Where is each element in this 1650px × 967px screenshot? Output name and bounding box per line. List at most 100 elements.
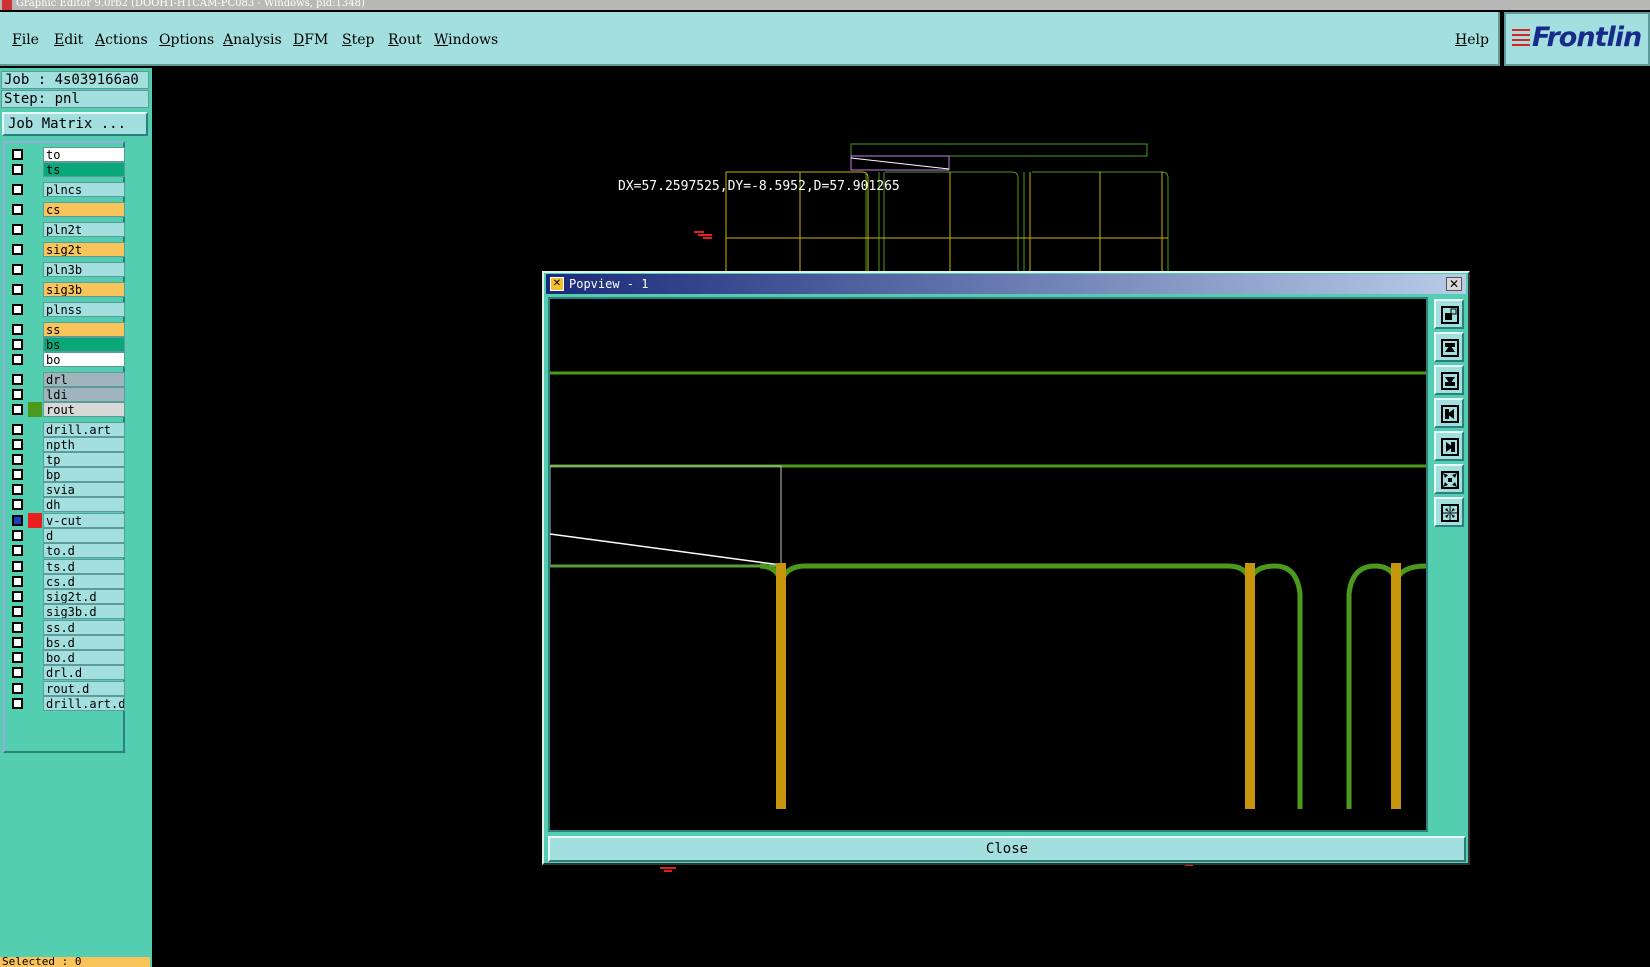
layer-name[interactable]: ldi (43, 387, 125, 402)
pan-up-button[interactable] (1434, 332, 1464, 362)
layer-name[interactable]: v-cut (43, 513, 125, 528)
menu-actions[interactable]: Actions (95, 32, 148, 48)
layer-name[interactable]: drl.d (43, 665, 125, 680)
layer-checkbox[interactable] (12, 637, 23, 648)
layer-name[interactable]: rout.d (43, 681, 125, 696)
menu-analysis[interactable]: Analysis (223, 32, 282, 48)
layer-name[interactable]: sig3b (43, 282, 125, 297)
layer-name[interactable]: sig2t.d (43, 589, 125, 604)
layer-name[interactable]: rout (43, 402, 125, 417)
layer-row-tp[interactable]: tp (10, 452, 125, 467)
layer-name[interactable]: bp (43, 467, 125, 482)
layer-checkbox[interactable] (12, 354, 23, 365)
menu-options[interactable]: Options (159, 32, 214, 48)
layer-row-to[interactable]: to (10, 147, 125, 162)
layer-checkbox[interactable] (12, 149, 23, 160)
layer-name[interactable]: bo (43, 352, 125, 367)
layer-checkbox[interactable] (12, 545, 23, 556)
layer-name[interactable]: npth (43, 437, 125, 452)
layer-row-ts[interactable]: ts (10, 162, 125, 177)
popview-close-button[interactable]: Close (548, 836, 1466, 862)
layer-checkbox[interactable] (12, 389, 23, 400)
layer-checkbox[interactable] (12, 164, 23, 175)
layer-checkbox[interactable] (12, 606, 23, 617)
layer-checkbox[interactable] (12, 264, 23, 275)
layer-row-sig2t-d[interactable]: sig2t.d (10, 589, 125, 604)
layer-name[interactable]: sig3b.d (43, 604, 125, 619)
layer-row-ts-d[interactable]: ts.d (10, 559, 125, 574)
layer-checkbox[interactable] (12, 304, 23, 315)
layer-row-to-d[interactable]: to.d (10, 543, 125, 558)
layer-name[interactable]: ts (43, 162, 125, 177)
menu-step[interactable]: Step (342, 32, 374, 48)
layer-row-cs[interactable]: cs (10, 202, 125, 217)
layer-name[interactable]: tp (43, 452, 125, 467)
job-matrix-button[interactable]: Job Matrix ... (2, 112, 148, 136)
layer-name[interactable]: plncs (43, 182, 125, 197)
layer-checkbox[interactable] (12, 404, 23, 415)
layer-row-dh[interactable]: dh (10, 497, 125, 512)
layer-checkbox[interactable] (12, 204, 23, 215)
layer-row-pln3b[interactable]: pln3b (10, 262, 125, 277)
layer-checkbox[interactable] (12, 652, 23, 663)
popview-canvas[interactable] (548, 297, 1428, 832)
layer-checkbox[interactable] (12, 622, 23, 633)
layer-name[interactable]: dh (43, 497, 125, 512)
layer-name[interactable]: ss.d (43, 620, 125, 635)
layer-name[interactable]: to.d (43, 543, 125, 558)
layer-row-plnss[interactable]: plnss (10, 302, 125, 317)
layer-row-ldi[interactable]: ldi (10, 387, 125, 402)
menu-file[interactable]: File (12, 32, 39, 48)
layer-checkbox[interactable] (12, 184, 23, 195)
layer-row-ss[interactable]: ss (10, 322, 125, 337)
layer-checkbox[interactable] (12, 667, 23, 678)
layer-name[interactable]: plnss (43, 302, 125, 317)
layer-row-bo[interactable]: bo (10, 352, 125, 367)
layer-row-bo-d[interactable]: bo.d (10, 650, 125, 665)
layer-row-sig3b-d[interactable]: sig3b.d (10, 604, 125, 619)
pan-right-button[interactable] (1434, 431, 1464, 461)
layer-name[interactable]: pln3b (43, 262, 125, 277)
layer-checkbox[interactable] (12, 374, 23, 385)
layer-name[interactable]: svia (43, 482, 125, 497)
layer-name[interactable]: bs.d (43, 635, 125, 650)
layer-name[interactable]: d (43, 528, 125, 543)
zoom-window-button[interactable] (1434, 299, 1464, 329)
menu-help[interactable]: Help (1455, 32, 1489, 48)
layer-row-svia[interactable]: svia (10, 482, 125, 497)
pan-left-button[interactable] (1434, 398, 1464, 428)
layer-row-rout[interactable]: rout (10, 402, 125, 417)
layer-checkbox[interactable] (12, 515, 23, 526)
layer-name[interactable]: drill.art.d (43, 696, 125, 711)
menu-dfm[interactable]: DFM (293, 32, 328, 48)
layer-name[interactable]: pln2t (43, 222, 125, 237)
layer-row-plncs[interactable]: plncs (10, 182, 125, 197)
layer-checkbox[interactable] (12, 424, 23, 435)
layer-checkbox[interactable] (12, 683, 23, 694)
menu-edit[interactable]: Edit (54, 32, 83, 48)
layer-checkbox[interactable] (12, 698, 23, 709)
layer-checkbox[interactable] (12, 244, 23, 255)
layer-name[interactable]: ts.d (43, 559, 125, 574)
layer-row-npth[interactable]: npth (10, 437, 125, 452)
layer-checkbox[interactable] (12, 224, 23, 235)
layer-checkbox[interactable] (12, 339, 23, 350)
layer-name[interactable]: bo.d (43, 650, 125, 665)
layer-checkbox[interactable] (12, 591, 23, 602)
layer-row-bs[interactable]: bs (10, 337, 125, 352)
layer-row-pln2t[interactable]: pln2t (10, 222, 125, 237)
layer-name[interactable]: bs (43, 337, 125, 352)
layer-checkbox[interactable] (12, 454, 23, 465)
layer-name[interactable]: cs.d (43, 574, 125, 589)
pan-down-button[interactable] (1434, 365, 1464, 395)
menu-windows[interactable]: Windows (434, 32, 498, 48)
menu-rout[interactable]: Rout (388, 32, 422, 48)
layer-row-drill-art[interactable]: drill.art (10, 422, 125, 437)
layer-row-rout-d[interactable]: rout.d (10, 681, 125, 696)
popview-titlebar[interactable]: ✕ Popview - 1 ✕ (546, 274, 1466, 294)
layer-name[interactable]: drill.art (43, 422, 125, 437)
layer-row-sig3b[interactable]: sig3b (10, 282, 125, 297)
layer-row-v-cut[interactable]: v-cut (10, 513, 125, 528)
layer-name[interactable]: drl (43, 372, 125, 387)
layer-row-sig2t[interactable]: sig2t (10, 242, 125, 257)
